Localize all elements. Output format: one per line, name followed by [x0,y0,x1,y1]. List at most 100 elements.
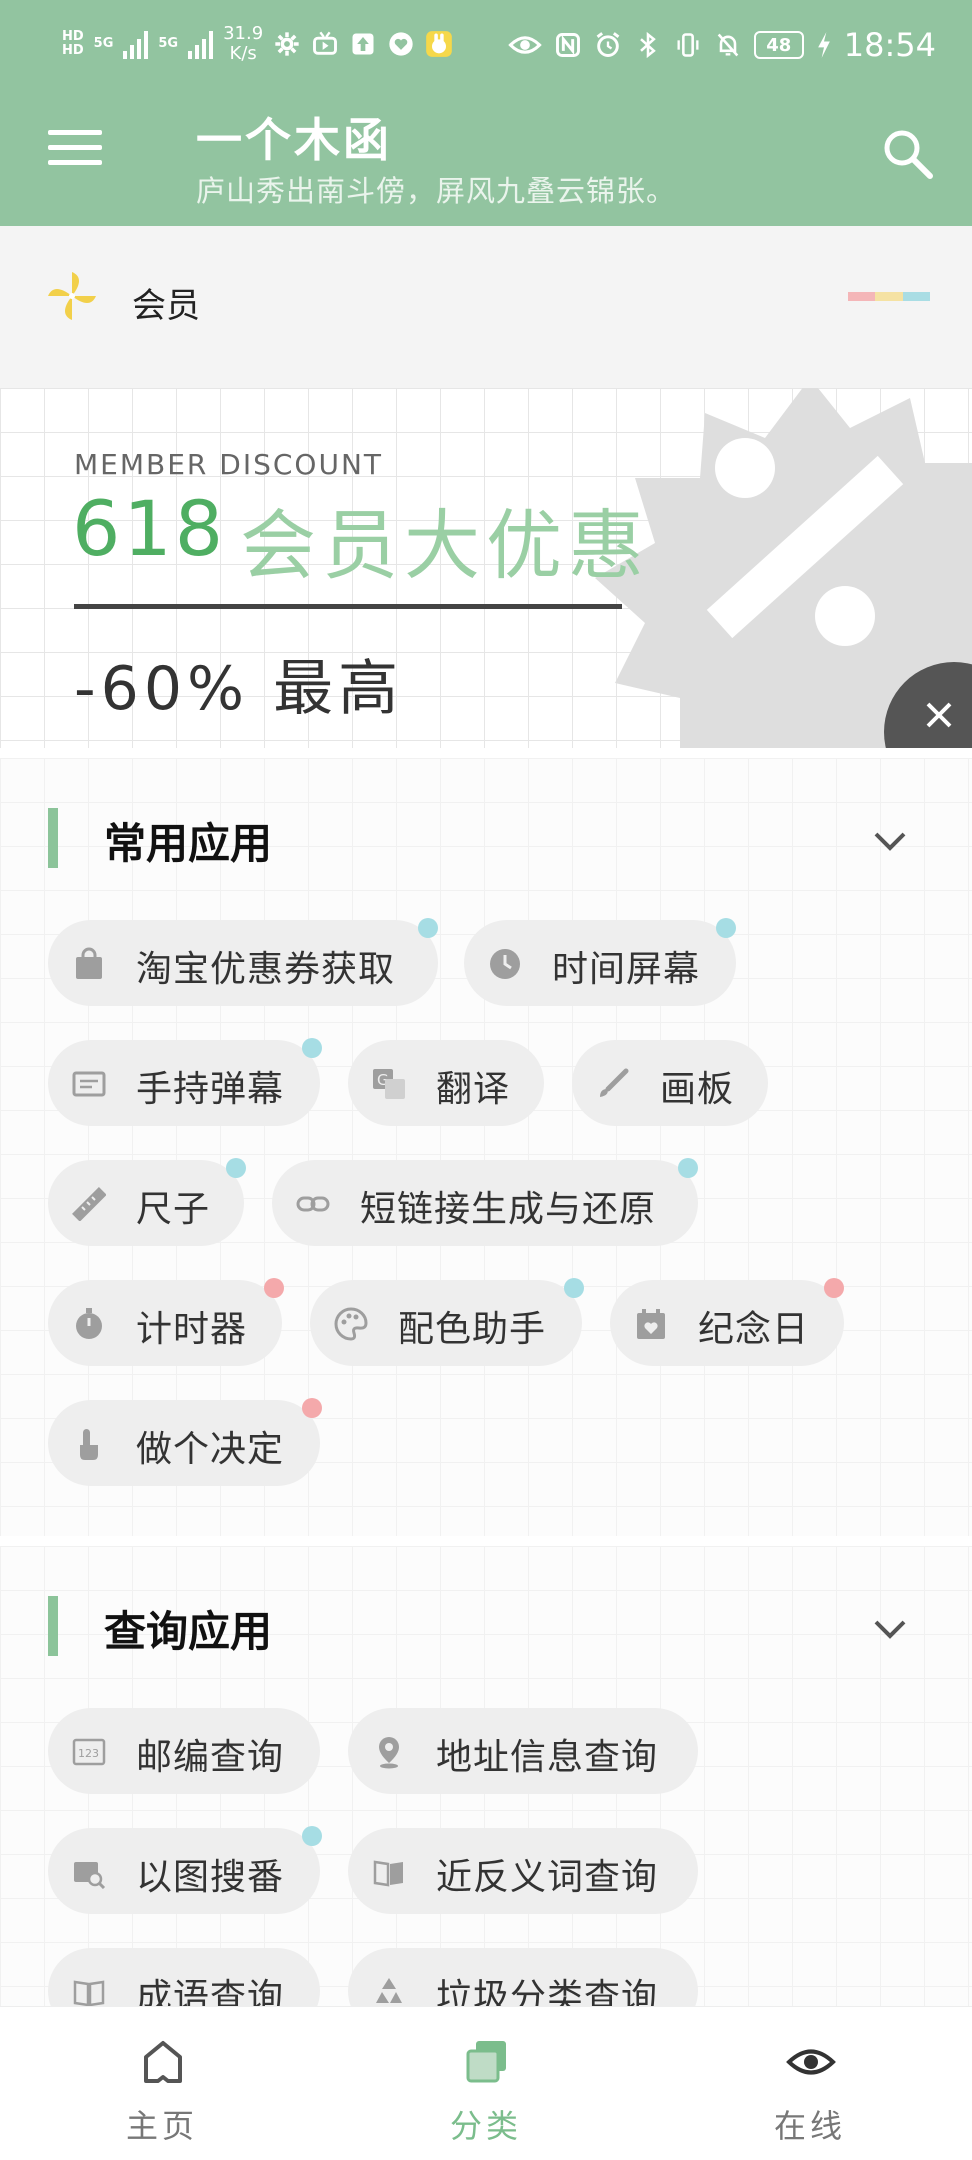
vibrate-icon [677,33,699,57]
banner-discount: -60% 最高 [74,654,404,724]
app-chip-label: 配色助手 [398,1309,547,1350]
svg-text:123: 123 [78,1747,99,1760]
app-chip-label: 短链接生成与还原 [360,1189,657,1230]
app-chip-make-decision[interactable]: 做个决定 [48,1400,320,1486]
app-header: HD HD 5G 5G 31.9 K/s 48 18:54 一个木函 庐山秀出南… [0,0,972,226]
app-chip-label: 近反义词查询 [436,1857,659,1898]
tap-hand-icon [80,1429,98,1460]
nav-label: 分类 [449,2107,522,2145]
eye-comfort-icon [508,36,542,54]
hot-badge [824,1278,844,1298]
speed-value: 31.9 [223,23,264,44]
link-icon [296,1196,330,1212]
charging-icon [817,32,830,58]
shopping-bag-icon [76,947,102,979]
stopwatch-icon [76,1308,102,1339]
app-chip-label: 时间屏幕 [552,949,701,990]
hd-label-2: HD [62,43,84,58]
app-chip-label: 成语查询 [136,1977,285,2006]
heart-icon [389,32,413,56]
banner-divider [74,604,622,609]
eye-icon [786,2049,836,2075]
app-chip-label: 翻译 [436,1069,511,1110]
recycle-icon [376,1978,402,2003]
section-accent-bar [48,808,58,868]
search-icon[interactable] [878,124,938,184]
category-icon [466,2041,506,2083]
menu-button[interactable] [48,130,102,170]
network-gen-1: 5G [93,36,114,51]
hot-badge [264,1278,284,1298]
app-chip-idiom[interactable]: 成语查询 [48,1948,320,2006]
network-speed: 31.9 K/s [223,24,263,64]
app-chip-short-link[interactable]: 短链接生成与还原 [272,1160,698,1246]
app-chip-translate[interactable]: G 翻译 [348,1040,544,1126]
app-chip-taobao-coupon[interactable]: 淘宝优惠券获取 [48,920,438,1006]
app-chip-synonym-antonym[interactable]: 近反义词查询 [348,1828,698,1914]
banner-en-label: MEMBER DISCOUNT [74,448,383,481]
new-badge [302,1826,322,1846]
nav-label: 主页 [125,2107,198,2145]
stripe-pink [848,292,876,301]
clock: 18:54 [843,26,936,64]
app-chip-label: 邮编查询 [136,1737,285,1778]
section-title: 查询应用 [104,1607,273,1656]
book-icon [73,1980,105,2006]
app-chip-ruler[interactable]: 尺子 [48,1160,244,1246]
close-icon [926,702,952,728]
app-chip-handheld-danmaku[interactable]: 手持弹幕 [48,1040,320,1126]
app-chip-label: 画板 [660,1069,735,1110]
banner-headline: 会员大优惠 [240,501,650,590]
section-title: 常用应用 [104,819,273,868]
new-badge [716,918,736,938]
section-accent-bar [48,1596,58,1656]
nav-home[interactable]: 主页 [0,2007,324,2160]
app-chip-timer[interactable]: 计时器 [48,1280,282,1366]
new-badge [678,1158,698,1178]
app-chip-label: 垃圾分类查询 [436,1977,659,2006]
member-entry[interactable]: 会员 [0,226,972,388]
image-search-icon [74,1862,106,1889]
hd-indicators: HD HD [62,30,84,58]
app-chip-label: 以图搜番 [136,1857,285,1898]
app-chip-anniversary[interactable]: 纪念日 [610,1280,844,1366]
translate-icon: G [373,1069,405,1099]
gear-icon [275,32,299,56]
bottom-navigation: 主页 分类 在线 [0,2006,972,2160]
nav-category[interactable]: 分类 [324,2007,648,2160]
app-chip-garbage-sorting[interactable]: 垃圾分类查询 [348,1948,698,2006]
new-badge [226,1158,246,1178]
member-discount-banner[interactable]: MEMBER DISCOUNT 618 会员大优惠 -60% 最高 [0,388,972,748]
app-chip-drawing-board[interactable]: 画板 [572,1040,768,1126]
app-chip-label: 做个决定 [136,1429,285,1470]
app-chip-postcode[interactable]: 123 邮编查询 [48,1708,320,1794]
nav-label: 在线 [773,2107,846,2145]
app-chip-image-search-anime[interactable]: 以图搜番 [48,1828,320,1914]
nav-online[interactable]: 在线 [648,2007,972,2160]
clock-icon [490,949,520,979]
chevron-down-icon[interactable] [870,826,910,856]
new-badge [418,918,438,938]
pinwheel-icon [48,272,96,320]
app-chip-time-screen[interactable]: 时间屏幕 [464,920,736,1006]
ruler-icon [72,1187,106,1221]
alarm-icon [596,32,620,57]
app-chip-label: 手持弹幕 [136,1069,285,1110]
new-badge [564,1278,584,1298]
color-stripes [848,292,930,301]
hd-label-1: HD [62,29,84,44]
app-chip-color-helper[interactable]: 配色助手 [310,1280,582,1366]
signal-icon-2 [188,29,214,59]
app-mascot-icon [426,31,453,57]
section-common-apps: 常用应用 淘宝优惠券获取 时间屏幕 手持弹幕 G 翻译 画板 尺子 短链接生成与… [0,758,972,1536]
chevron-down-icon[interactable] [870,1614,910,1644]
nfc-icon [555,33,580,57]
bluetooth-icon [639,31,656,59]
calendar-heart-icon [637,1309,665,1339]
app-title: 一个木函 [196,113,392,167]
app-subtitle: 庐山秀出南斗傍，屏风九叠云锦张。 [196,174,677,208]
app-chip-address-info[interactable]: 地址信息查询 [348,1708,698,1794]
location-pin-icon [379,1737,399,1769]
tv-icon [313,31,338,55]
stripe-blue [902,292,930,301]
